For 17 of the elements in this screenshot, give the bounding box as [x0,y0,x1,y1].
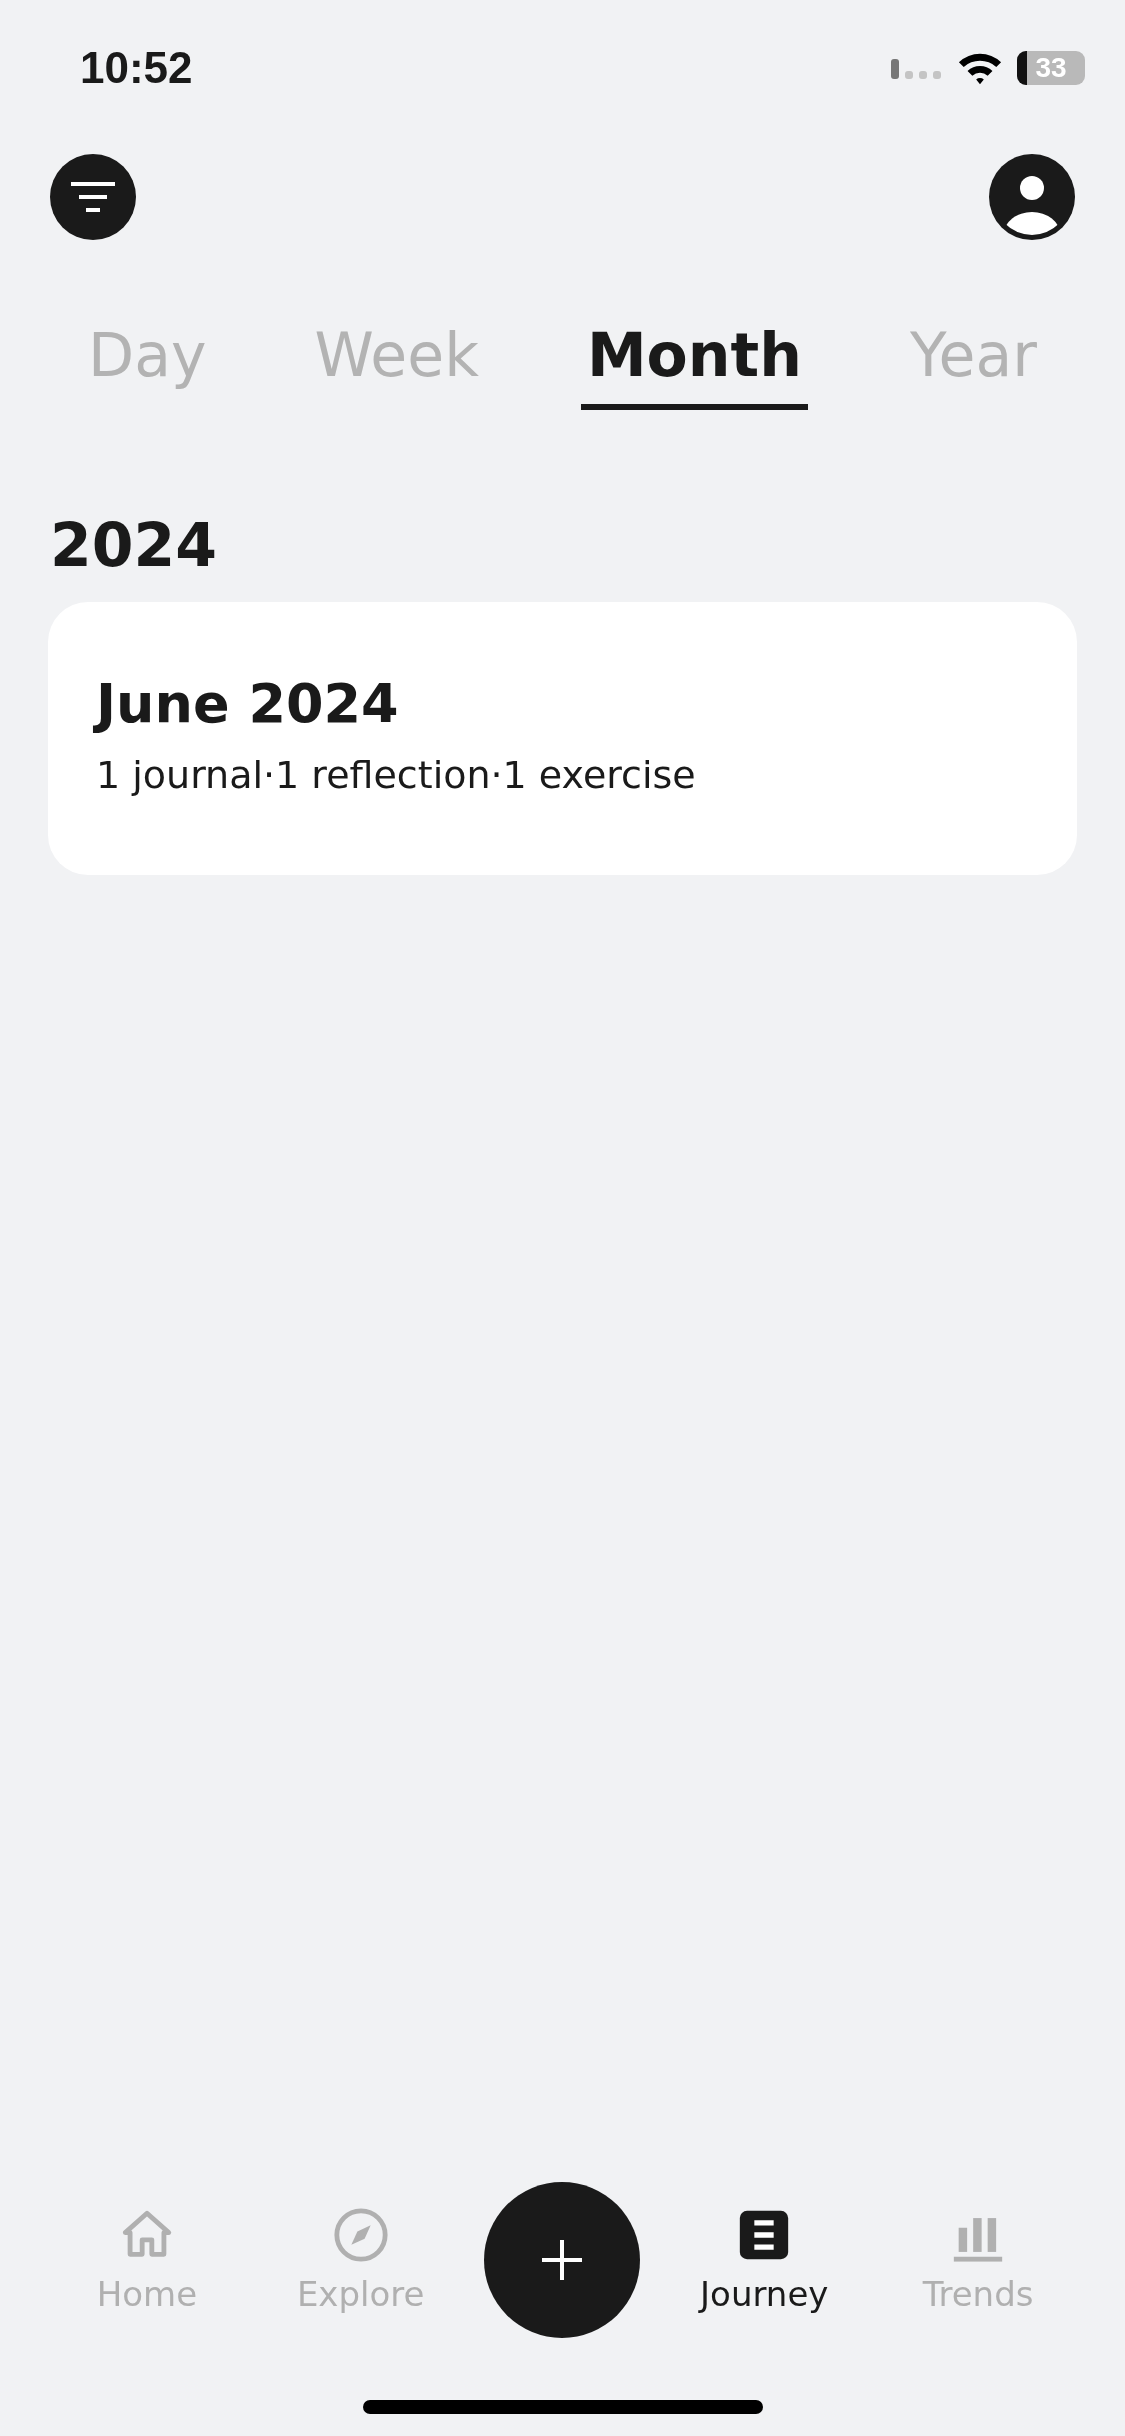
period-tab[interactable]: Week [308,320,485,410]
period-tab[interactable]: Year [903,320,1043,410]
filter-icon [71,180,115,214]
period-tab[interactable]: Day [82,320,213,410]
signal-icon [891,57,943,79]
section-heading: 2024 [50,510,218,580]
compass-icon [331,2206,390,2264]
nav-tab[interactable]: Explore [270,2206,451,2314]
profile-avatar-icon[interactable] [989,154,1075,240]
period-tab[interactable]: Month [580,320,808,410]
battery-icon: 33 [1017,51,1085,85]
month-card[interactable]: June 2024 1 journal·1 reflection·1 exercise [48,602,1077,875]
status-time: 10:52 [80,43,193,93]
nav-tab[interactable]: Journey [674,2206,855,2314]
card-summary: 1 journal·1 reflection·1 exercise [96,753,697,797]
nav-tab[interactable]: Trends [888,2206,1069,2314]
nav-tab[interactable]: Home [56,2206,237,2314]
